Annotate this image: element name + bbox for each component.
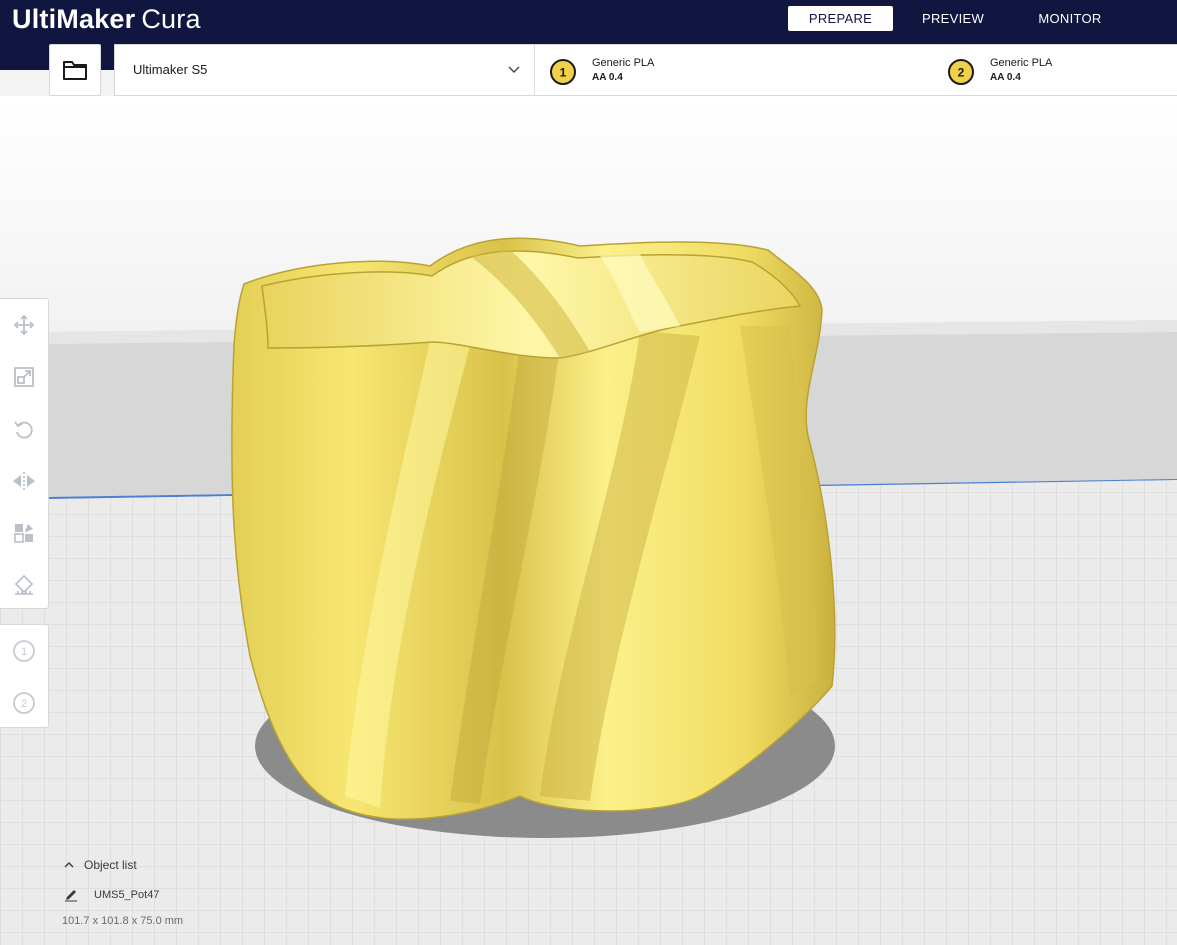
mirror-icon xyxy=(13,472,35,490)
tool-panel xyxy=(0,298,49,609)
extruder-1-material: Generic PLA xyxy=(592,57,655,69)
app-product: Cura xyxy=(141,4,201,34)
extruder-1-number: 1 xyxy=(560,66,567,80)
extruder-1-badge-icon: 1 xyxy=(550,59,576,85)
tab-monitor[interactable]: MONITOR xyxy=(1015,6,1125,31)
object-list-item[interactable]: UMS5_Pot47 xyxy=(64,888,159,902)
tab-preview[interactable]: PREVIEW xyxy=(905,6,1001,31)
extruder-2-icon-number: 2 xyxy=(21,698,27,710)
extruder-2-material: Generic PLA xyxy=(990,57,1053,69)
printer-bar: Ultimaker S5 1 Generic PLA AA 0.4 2 Gene… xyxy=(114,44,1177,96)
extruder-1-icon-number: 1 xyxy=(21,646,27,658)
app-brand: UltiMaker xyxy=(12,4,136,34)
extruder-1-config[interactable]: 1 Generic PLA AA 0.4 xyxy=(549,45,929,95)
per-model-settings-icon xyxy=(14,524,33,543)
scale-icon xyxy=(14,367,34,387)
chevron-down-icon xyxy=(508,66,520,73)
object-name: UMS5_Pot47 xyxy=(94,889,160,901)
extruder-2-tool[interactable]: 2 xyxy=(4,683,44,723)
3d-viewport[interactable]: 1 2 xyxy=(0,96,1177,945)
move-icon xyxy=(13,314,35,336)
extruder-2-config[interactable]: 2 Generic PLA AA 0.4 xyxy=(947,45,1177,95)
rotate-tool[interactable] xyxy=(4,409,44,449)
support-blocker-tool[interactable] xyxy=(4,565,44,605)
chevron-up-icon xyxy=(64,862,74,868)
per-model-settings-tool[interactable] xyxy=(4,513,44,553)
pencil-icon xyxy=(65,890,77,902)
rotate-icon xyxy=(14,421,33,439)
object-dimensions: 101.7 x 101.8 x 75.0 mm xyxy=(62,915,184,927)
open-file-button[interactable] xyxy=(49,44,101,96)
object-list-panel: Object list UMS5_Pot47 101.7 x 101.8 x 7… xyxy=(60,858,360,938)
object-list-label: Object list xyxy=(84,858,137,872)
printer-selector[interactable]: Ultimaker S5 xyxy=(115,45,535,95)
top-header: UltiMaker Cura PREPARE PREVIEW MONITOR xyxy=(0,0,1177,44)
move-tool[interactable] xyxy=(4,305,44,345)
app-logo: UltiMaker Cura xyxy=(12,3,201,35)
object-list-toggle[interactable]: Object list xyxy=(64,858,137,872)
extruder-1-core: AA 0.4 xyxy=(592,72,623,83)
extruder-1-tool[interactable]: 1 xyxy=(4,631,44,671)
extruder-2-badge-icon: 2 xyxy=(948,59,974,85)
build-plate-scene xyxy=(0,96,1177,945)
support-blocker-icon xyxy=(14,574,34,595)
printer-name: Ultimaker S5 xyxy=(133,62,208,77)
mirror-tool[interactable] xyxy=(4,461,44,501)
extruder-panel: 1 2 xyxy=(0,624,49,728)
extruder-2-number: 2 xyxy=(958,66,965,80)
extruder-1-icon: 1 xyxy=(13,640,35,662)
extruder-2-core: AA 0.4 xyxy=(990,72,1021,83)
scale-tool[interactable] xyxy=(4,357,44,397)
folder-icon xyxy=(63,61,87,80)
extruder-2-icon: 2 xyxy=(13,692,35,714)
tab-prepare[interactable]: PREPARE xyxy=(788,6,893,31)
